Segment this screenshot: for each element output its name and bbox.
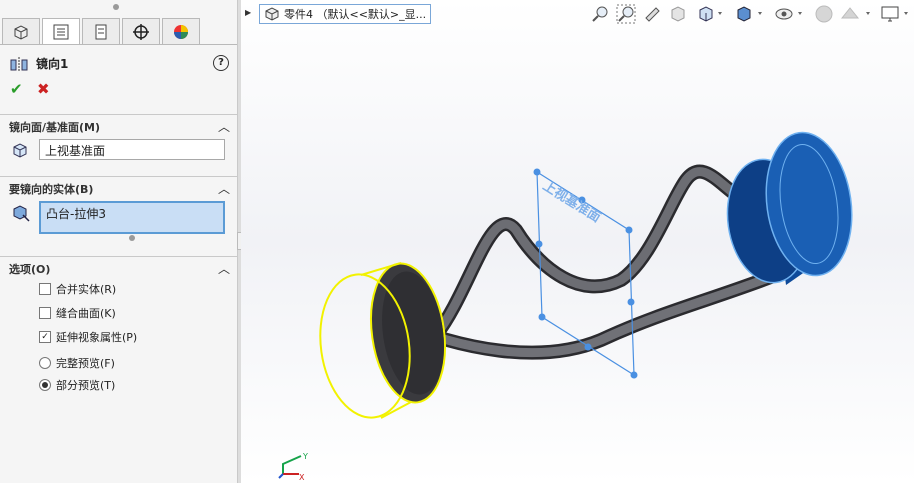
model-scene: 上视基准面 Y X: [278, 131, 853, 482]
full-preview-option[interactable]: 完整预览(F): [39, 355, 115, 371]
mirror-feature-icon: [10, 56, 28, 71]
plane-label: 上视基准面: [540, 178, 604, 226]
section-mirror-face-label: 镜向面/基准面(M): [9, 121, 101, 134]
propagate-visual-checkbox[interactable]: ✓: [39, 331, 51, 343]
collapse-chevron-icon[interactable]: ︿: [218, 260, 230, 277]
tab-display-manager[interactable]: [162, 18, 200, 44]
partial-preview-label: 部分预览(T): [56, 379, 116, 392]
cancel-button[interactable]: ✖: [37, 80, 50, 98]
collapse-chevron-icon[interactable]: ︿: [218, 180, 230, 197]
cube-icon: [14, 24, 28, 40]
help-button[interactable]: ?: [213, 55, 229, 71]
section-options[interactable]: 选项(O) ︿: [0, 256, 237, 279]
crosshair-icon: [133, 23, 149, 40]
list-icon: [53, 24, 69, 39]
merge-bodies-option[interactable]: 合并实体(R): [39, 281, 116, 297]
color-wheel-icon: [174, 24, 188, 39]
knit-surfaces-checkbox[interactable]: [39, 307, 51, 319]
end-cylinder-blue: [726, 131, 853, 285]
tab-property-manager[interactable]: [42, 18, 80, 44]
feature-title: 镜向1: [10, 55, 68, 72]
tab-dimxpert-manager[interactable]: [122, 18, 160, 44]
section-options-label: 选项(O): [9, 263, 51, 276]
knit-surfaces-label: 缝合曲面(K): [56, 307, 116, 320]
knit-surfaces-option[interactable]: 缝合曲面(K): [39, 305, 116, 321]
propagate-visual-label: 延伸视象属性(P): [56, 331, 138, 344]
svg-text:X: X: [299, 473, 305, 482]
manager-tabs: [2, 18, 202, 44]
feature-title-text: 镜向1: [36, 57, 69, 71]
section-bodies[interactable]: 要镜向的实体(B) ︿: [0, 176, 237, 199]
section-mirror-face[interactable]: 镜向面/基准面(M) ︿: [0, 114, 237, 137]
svg-text:Y: Y: [302, 452, 308, 461]
full-preview-radio[interactable]: [39, 357, 51, 369]
mirror-face-field[interactable]: 上视基准面: [39, 139, 225, 160]
ok-button[interactable]: ✔: [10, 80, 23, 98]
merge-bodies-checkbox[interactable]: [39, 283, 51, 295]
merge-bodies-label: 合并实体(R): [56, 283, 117, 296]
config-icon: [95, 24, 107, 39]
full-preview-label: 完整预览(F): [56, 357, 115, 370]
panel-grip[interactable]: [113, 4, 119, 10]
property-manager-panel: 镜向1 ? ✔ ✖ 镜向面/基准面(M) ︿ 上视基准面 要镜向的实体(B) ︿…: [0, 0, 238, 483]
graphics-area[interactable]: ▶ 零件4 （默认<<默认>_显... 上视基准面 Y X: [241, 0, 914, 483]
tab-feature-manager[interactable]: [2, 18, 40, 44]
plane-select-icon: [13, 143, 27, 158]
tab-underline: [0, 44, 237, 45]
collapse-chevron-icon[interactable]: ︿: [218, 118, 230, 135]
tab-configuration-manager[interactable]: [82, 18, 120, 44]
bodies-list[interactable]: 凸台-拉伸3: [39, 201, 225, 234]
list-resize-grip[interactable]: [129, 235, 135, 241]
axis-triad: Y X: [278, 452, 308, 482]
partial-preview-radio[interactable]: [39, 379, 51, 391]
propagate-visual-option[interactable]: ✓ 延伸视象属性(P): [39, 329, 137, 345]
partial-preview-option[interactable]: 部分预览(T): [39, 377, 115, 393]
body-select-icon: [13, 205, 30, 222]
section-bodies-label: 要镜向的实体(B): [9, 183, 94, 196]
